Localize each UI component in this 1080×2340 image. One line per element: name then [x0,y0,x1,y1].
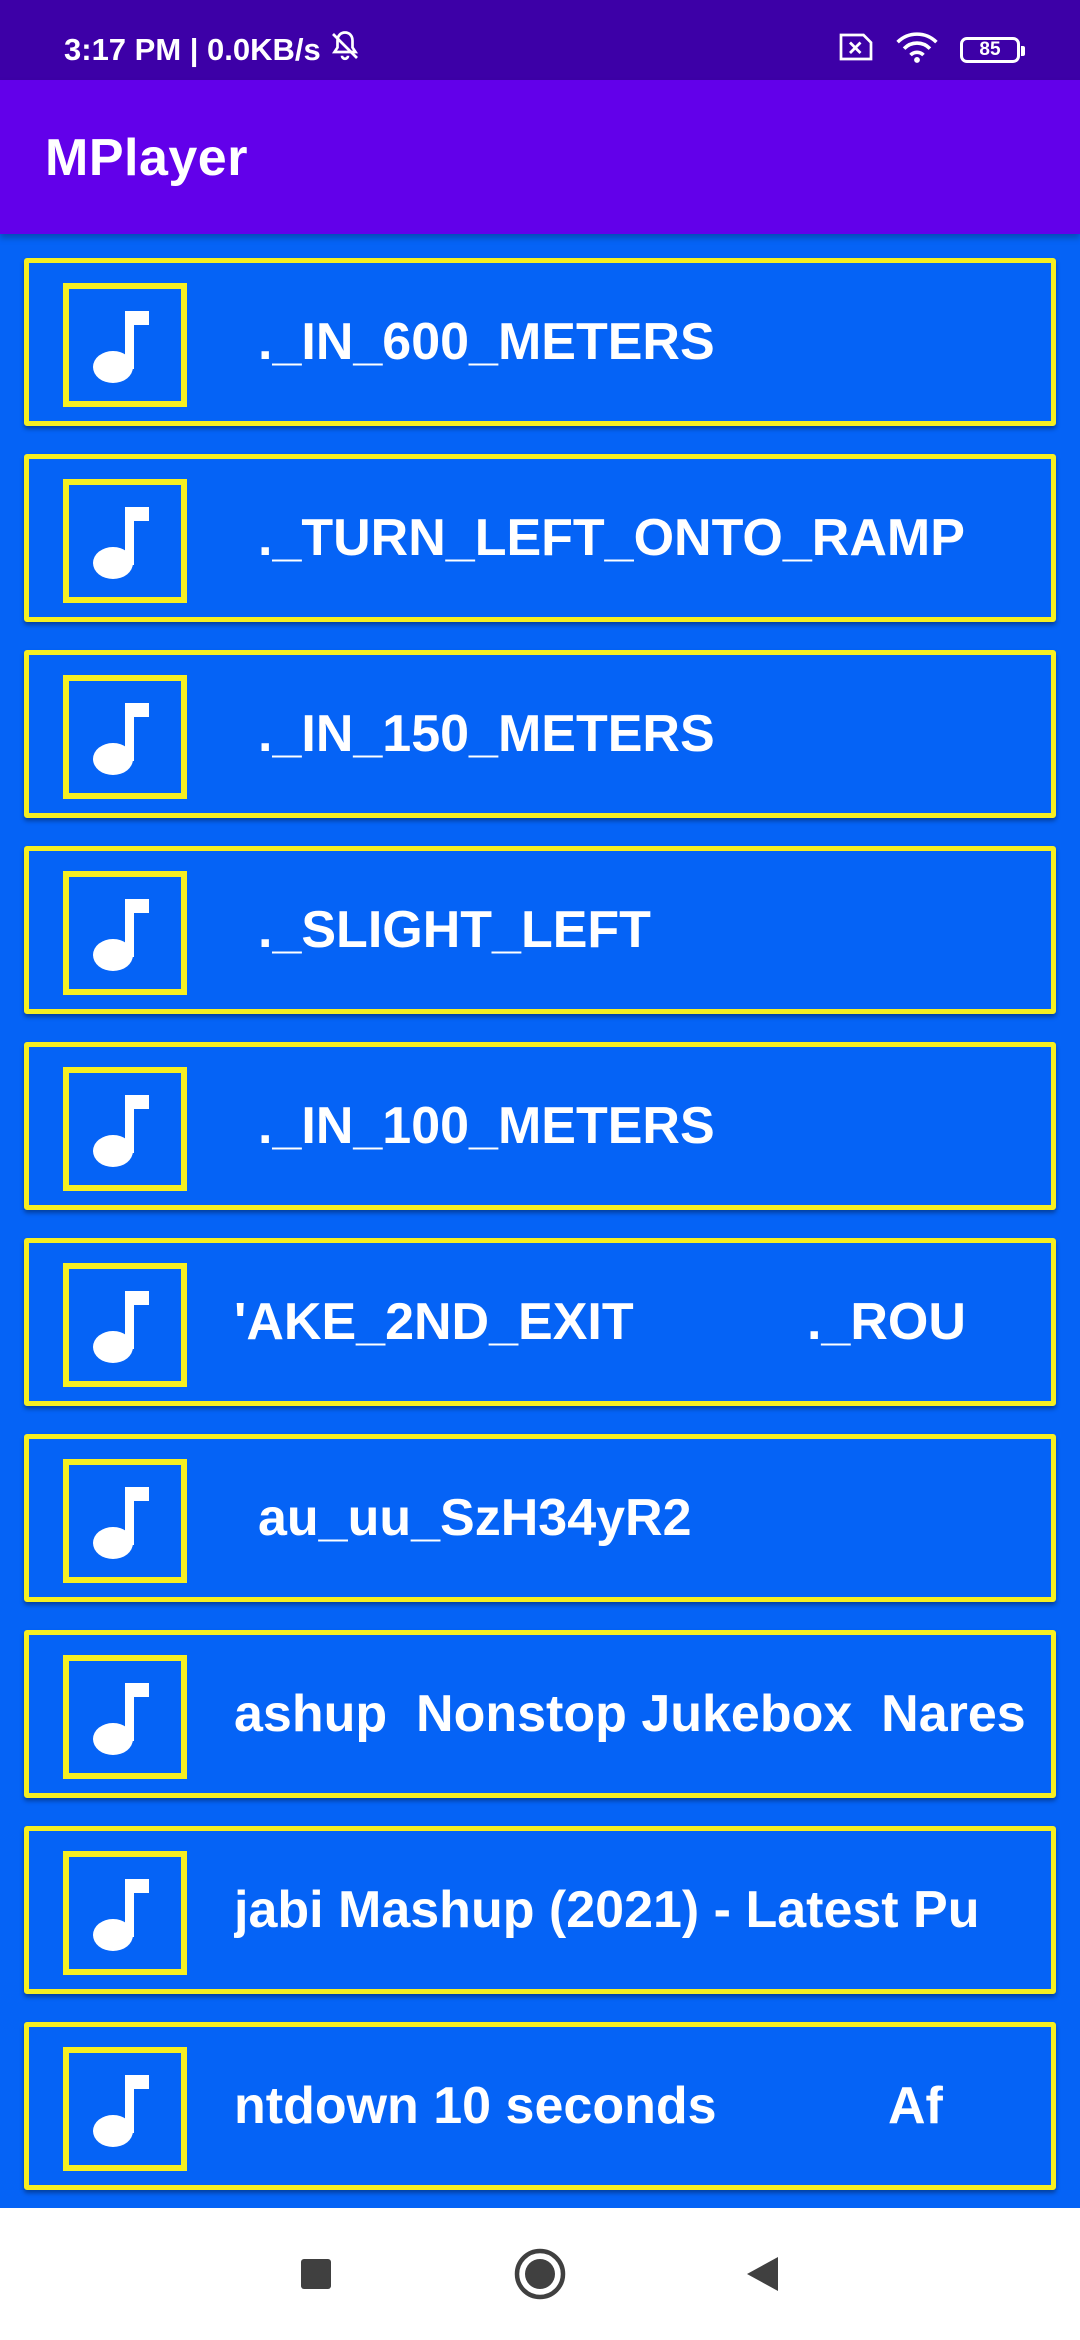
song-title-container: ntdown 10 seconds Af [234,2027,1031,2185]
music-note-icon [63,675,187,799]
music-note-icon [63,479,187,603]
song-list[interactable]: ._IN_600_METERS ._TURN_LEFT_ONTO_RAMP ._… [0,234,1080,2208]
music-note-icon [63,1263,187,1387]
wifi-icon [896,30,938,69]
song-title: jabi Mashup (2021) - Latest Pu [234,1881,980,1939]
music-note-icon [63,1459,187,1583]
song-title: 'AKE_2ND_EXIT ._ROU [234,1293,966,1351]
home-circle-icon[interactable] [508,2242,572,2306]
song-title-container: 'AKE_2ND_EXIT ._ROU [234,1243,1031,1401]
song-list-item[interactable]: ._TURN_LEFT_ONTO_RAMP [24,454,1056,622]
song-list-item[interactable]: ._IN_100_METERS [24,1042,1056,1210]
music-note-icon [63,1067,187,1191]
song-title-container: ._IN_600_METERS [234,263,1031,421]
status-bar: 3:17 PM | 0.0KB/s 85 [0,0,1080,80]
song-list-item[interactable]: ._IN_150_METERS [24,650,1056,818]
music-note-icon [63,283,187,407]
song-title: ._IN_100_METERS [258,1097,715,1155]
navigation-bar [0,2208,1080,2340]
music-note-icon [63,871,187,995]
back-triangle-icon[interactable] [730,2242,794,2306]
music-note-icon [63,1851,187,1975]
app-title: MPlayer [45,129,248,187]
song-list-item[interactable]: 'AKE_2ND_EXIT ._ROU [24,1238,1056,1406]
music-note-icon [63,2047,187,2171]
song-list-item[interactable]: ._IN_600_METERS [24,258,1056,426]
recents-square-icon[interactable] [284,2242,348,2306]
song-title: ntdown 10 seconds Af [234,2077,943,2135]
song-title: au_uu_SzH34yR2 [258,1489,692,1547]
song-title: ashup Nonstop Jukebox Nares [234,1685,1026,1743]
song-list-item[interactable]: au_uu_SzH34yR2 [24,1434,1056,1602]
sim-x-icon [838,32,874,67]
status-time: 3:17 PM | 0.0KB/s [64,32,321,67]
muted-bell-icon [327,28,363,72]
song-title: ._TURN_LEFT_ONTO_RAMP [258,509,965,567]
song-title: ._IN_600_METERS [258,313,715,371]
song-list-item[interactable]: jabi Mashup (2021) - Latest Pu [24,1826,1056,1994]
status-left: 3:17 PM | 0.0KB/s [64,28,363,72]
song-title: ._IN_150_METERS [258,705,715,763]
music-note-icon [63,1655,187,1779]
song-title-container: ashup Nonstop Jukebox Nares [234,1635,1031,1793]
battery-icon: 85 [960,36,1025,63]
song-list-item[interactable]: ._SLIGHT_LEFT [24,846,1056,1014]
song-title-container: ._TURN_LEFT_ONTO_RAMP [234,459,1031,617]
song-title-container: ._IN_100_METERS [234,1047,1031,1205]
song-list-item[interactable]: ashup Nonstop Jukebox Nares [24,1630,1056,1798]
song-title-container: au_uu_SzH34yR2 [234,1439,1031,1597]
song-title-container: jabi Mashup (2021) - Latest Pu [234,1831,1031,1989]
status-right: 85 [838,30,1025,69]
song-title-container: ._IN_150_METERS [234,655,1031,813]
song-title: ._SLIGHT_LEFT [258,901,651,959]
song-list-item[interactable]: ntdown 10 seconds Af [24,2022,1056,2190]
song-title-container: ._SLIGHT_LEFT [234,851,1031,1009]
app-bar: MPlayer [0,80,1080,234]
